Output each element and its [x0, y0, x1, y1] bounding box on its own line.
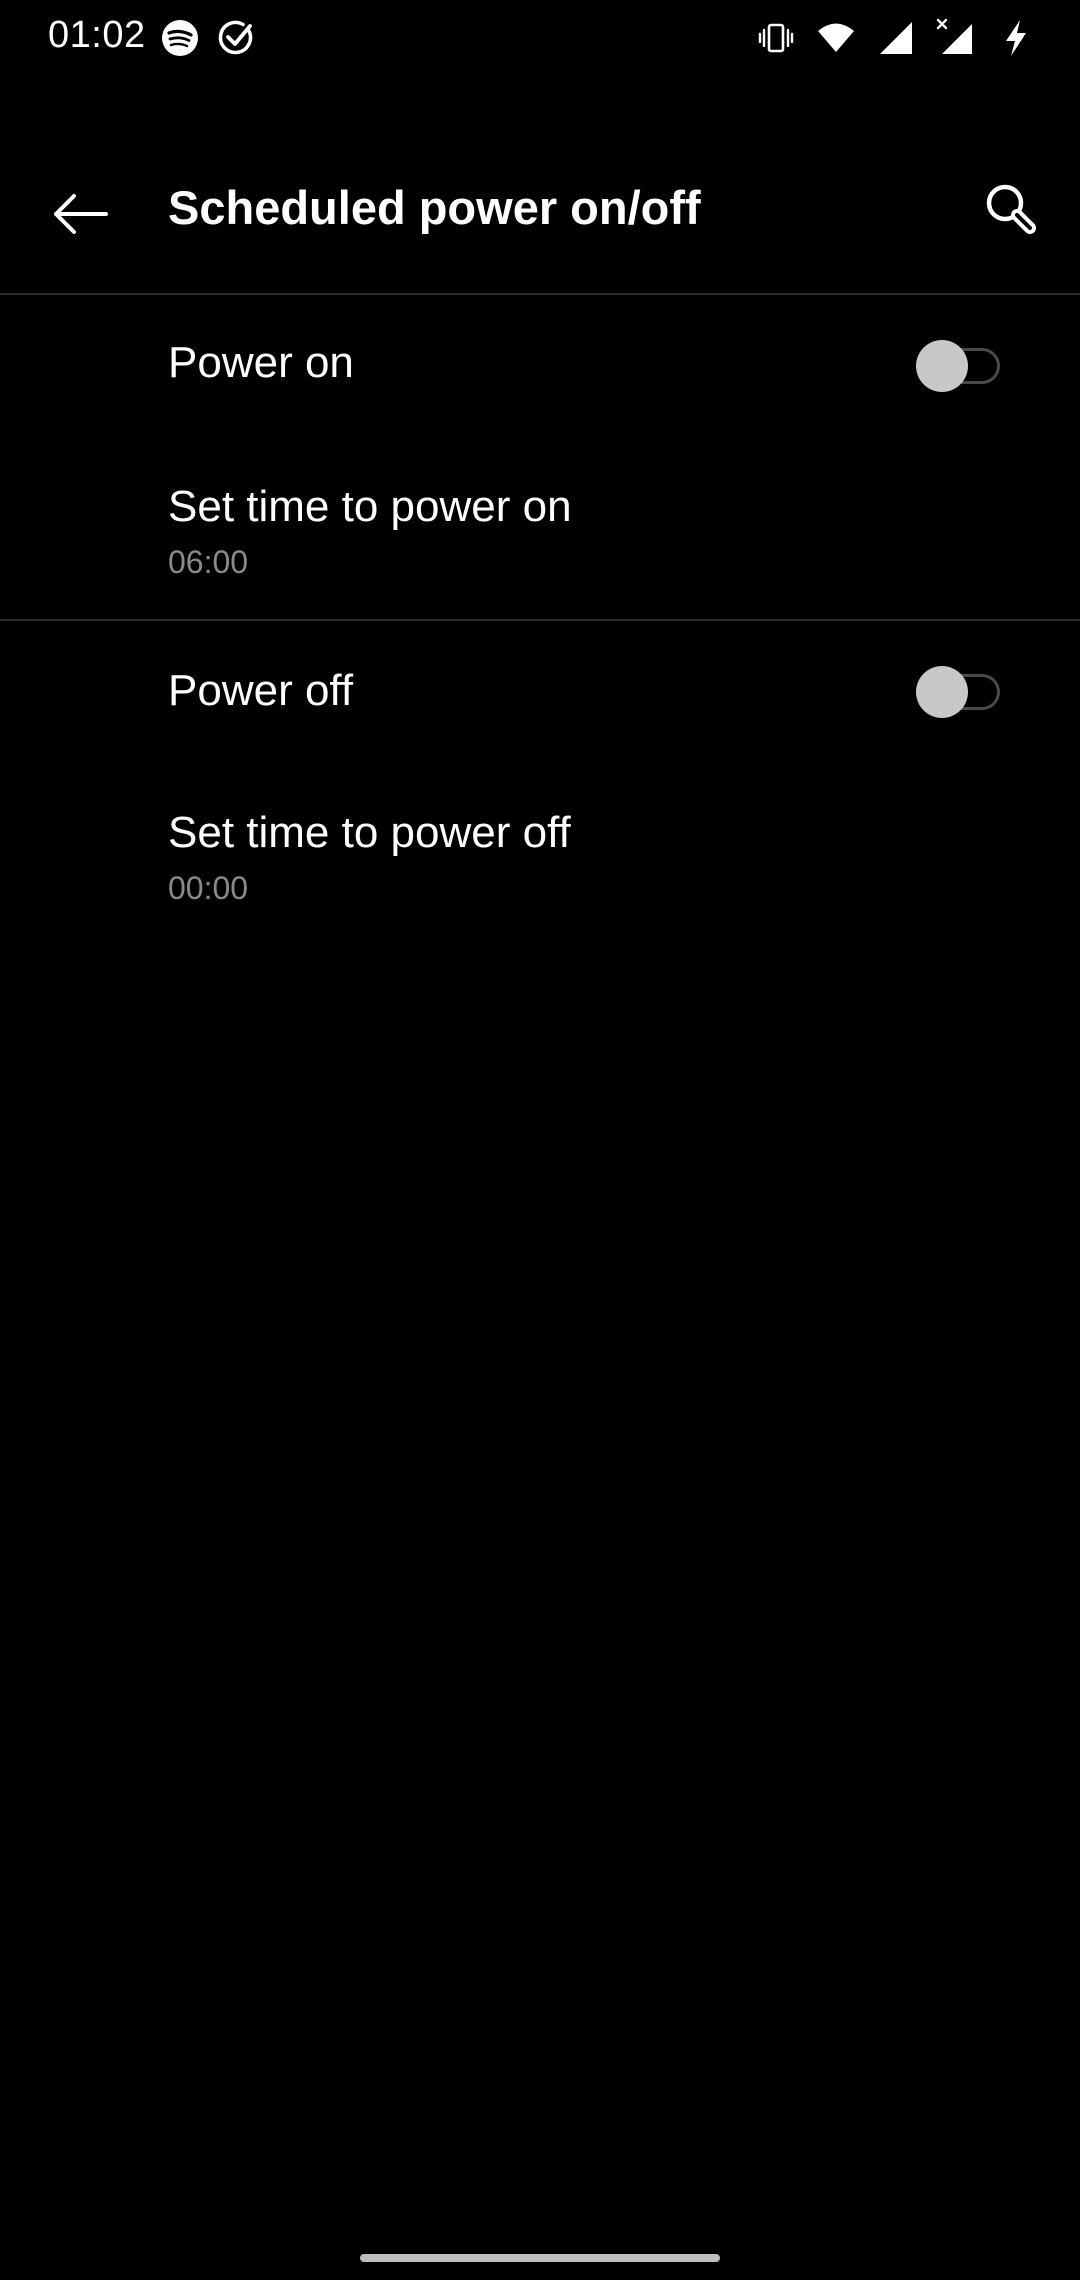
- header-divider: [0, 293, 1080, 295]
- signal-no-data-icon: [936, 18, 972, 54]
- vibrate-icon: [758, 23, 794, 53]
- power-off-time-label: Set time to power off: [168, 808, 571, 857]
- power-on-row[interactable]: Power on: [0, 296, 1080, 436]
- power-off-time-row[interactable]: Set time to power off 00:00: [0, 762, 1080, 944]
- home-indicator[interactable]: [360, 2254, 720, 2262]
- status-right-icons: [756, 18, 1036, 58]
- wifi-icon: [818, 23, 854, 52]
- power-off-row[interactable]: Power off: [0, 622, 1080, 762]
- status-left-icons: [160, 18, 256, 58]
- power-off-toggle[interactable]: [916, 666, 1004, 718]
- status-time: 01:02: [48, 14, 146, 56]
- power-on-toggle[interactable]: [916, 340, 1004, 392]
- back-button[interactable]: [36, 170, 124, 258]
- search-button[interactable]: [964, 162, 1060, 258]
- spotify-icon: [162, 20, 198, 56]
- checkmark-circle-icon: [218, 20, 253, 55]
- toggle-thumb: [916, 666, 968, 718]
- power-on-label: Power on: [168, 338, 354, 387]
- power-on-time-label: Set time to power on: [168, 482, 572, 531]
- signal-icon: [880, 22, 912, 54]
- section-divider: [0, 619, 1080, 621]
- status-bar: 01:02: [0, 0, 1080, 80]
- charging-icon: [1006, 20, 1026, 56]
- power-off-label: Power off: [168, 666, 354, 715]
- app-bar: Scheduled power on/off: [0, 130, 1080, 280]
- back-arrow-icon: [54, 194, 108, 234]
- page-title: Scheduled power on/off: [168, 181, 701, 234]
- search-icon: [986, 184, 1036, 234]
- power-on-time-row[interactable]: Set time to power on 06:00: [0, 436, 1080, 618]
- power-on-time-value: 06:00: [168, 544, 249, 580]
- power-off-time-value: 00:00: [168, 870, 249, 906]
- toggle-thumb: [916, 340, 968, 392]
